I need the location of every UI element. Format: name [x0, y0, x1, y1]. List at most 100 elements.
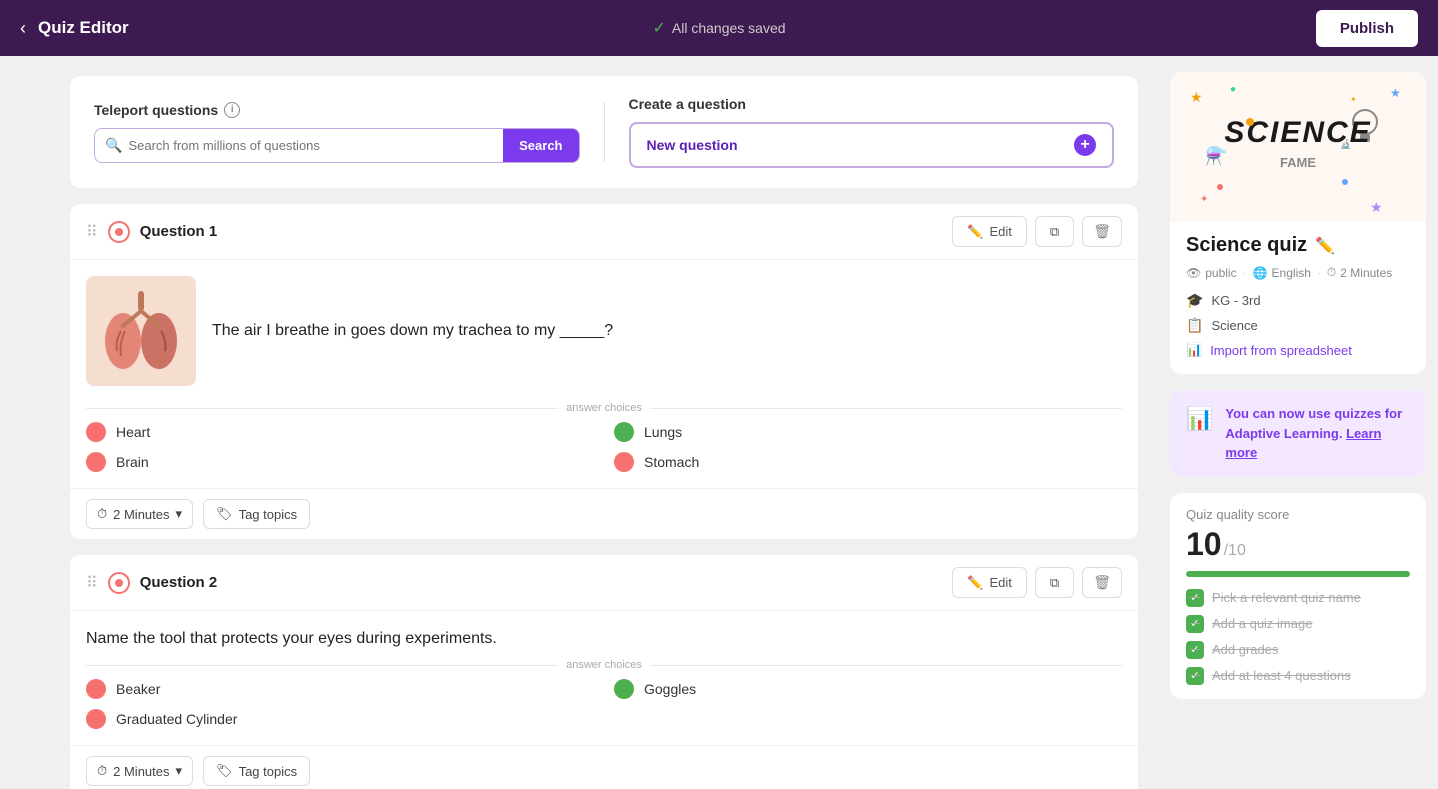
- time-select-q2[interactable]: ⏱ 2 Minutes ▾: [86, 756, 193, 786]
- choice-lungs: Lungs: [614, 422, 1122, 442]
- type-dot: [115, 228, 123, 236]
- quiz-details: 🎓 KG - 3rd 📋 Science 📊 Import from sprea…: [1186, 292, 1410, 358]
- tag-icon: 🏷: [216, 506, 233, 522]
- type-dot: [115, 579, 123, 587]
- choice-dot-red: [614, 452, 634, 472]
- meta-language: 🌐 English: [1253, 266, 1311, 280]
- choice-label: Goggles: [644, 681, 696, 697]
- copy-icon: ⧉: [1050, 575, 1059, 591]
- svg-text:★: ★: [1390, 86, 1401, 100]
- copy-icon: ⧉: [1050, 224, 1059, 240]
- quality-item-4: ✓ Add at least 4 questions: [1186, 667, 1410, 685]
- delete-button-q2[interactable]: 🗑: [1082, 567, 1122, 598]
- quality-item-label: Add a quiz image: [1212, 616, 1312, 631]
- quiz-name: Science quiz: [1186, 234, 1307, 257]
- edit-button-q2[interactable]: ✏️ Edit: [952, 567, 1027, 598]
- answer-choices-label-2: answer choices: [86, 659, 1122, 671]
- svg-text:★: ★: [1370, 199, 1383, 215]
- quality-item-label: Add grades: [1212, 642, 1279, 657]
- quality-score-row: 10 /10: [1186, 526, 1410, 563]
- quality-item-2: ✓ Add a quiz image: [1186, 615, 1410, 633]
- grade-text: KG - 3rd: [1211, 293, 1260, 308]
- question-type-icon: [108, 221, 130, 243]
- question-2-footer: ⏱ 2 Minutes ▾ 🏷 Tag topics: [70, 745, 1138, 789]
- tag-topics-button-q1[interactable]: 🏷 Tag topics: [203, 499, 310, 529]
- search-row: 🔍 Search: [94, 128, 580, 163]
- choice-beaker: Beaker: [86, 679, 594, 699]
- create-label: Create a question: [629, 96, 1115, 112]
- save-status: ✓ All changes saved: [652, 18, 785, 38]
- quality-denom: /10: [1224, 542, 1246, 560]
- quality-items: ✓ Pick a relevant quiz name ✓ Add a quiz…: [1186, 589, 1410, 685]
- question-type-icon: [108, 572, 130, 594]
- check-icon-3: ✓: [1186, 641, 1204, 659]
- choice-goggles: Goggles: [614, 679, 1122, 699]
- choice-label: Beaker: [116, 681, 160, 697]
- question-1-footer: ⏱ 2 Minutes ▾ 🏷 Tag topics: [70, 488, 1138, 539]
- question-card-1: ⠿ Question 1 ✏️ Edit ⧉ 🗑: [70, 204, 1138, 539]
- clock-icon: ⏱: [97, 506, 107, 522]
- back-button[interactable]: ‹: [20, 18, 26, 39]
- duplicate-button-q2[interactable]: ⧉: [1035, 567, 1074, 598]
- quality-item-3: ✓ Add grades: [1186, 641, 1410, 659]
- duplicate-button-q1[interactable]: ⧉: [1035, 216, 1074, 247]
- choice-dot-red: [86, 452, 106, 472]
- publish-button[interactable]: Publish: [1316, 10, 1418, 47]
- svg-text:★: ★: [1190, 89, 1203, 105]
- choice-dot-green: [614, 422, 634, 442]
- teleport-label: Teleport questions i: [94, 102, 580, 118]
- tag-topics-button-q2[interactable]: 🏷 Tag topics: [203, 756, 310, 786]
- pencil-icon: ✏️: [967, 224, 983, 240]
- question-1-title: Question 1: [140, 223, 953, 240]
- right-sidebar: ★ ★ ✦ ★ ● ✦ 🔬 ⚗️ SCIENCE FAME: [1158, 56, 1438, 789]
- quiz-image-area: ★ ★ ✦ ★ ● ✦ 🔬 ⚗️ SCIENCE FAME: [1170, 72, 1426, 222]
- spreadsheet-icon: 📊: [1186, 342, 1202, 358]
- search-input-wrap: 🔍: [95, 137, 503, 154]
- svg-text:✦: ✦: [1200, 194, 1208, 205]
- choice-label: Brain: [116, 454, 149, 470]
- choice-label: Stomach: [644, 454, 699, 470]
- chevron-down-icon: ▾: [176, 506, 183, 522]
- page-title: Quiz Editor: [38, 18, 129, 38]
- drag-handle-icon[interactable]: ⠿: [86, 222, 98, 242]
- trash-icon: 🗑: [1093, 574, 1111, 590]
- choice-stomach: Stomach: [614, 452, 1122, 472]
- choice-dot-green: [614, 679, 634, 699]
- quality-item-1: ✓ Pick a relevant quiz name: [1186, 589, 1410, 607]
- tag-icon: 🏷: [216, 763, 233, 779]
- quality-bar: [1186, 571, 1410, 577]
- svg-text:FAME: FAME: [1280, 155, 1316, 170]
- edit-button-q1[interactable]: ✏️ Edit: [952, 216, 1027, 247]
- search-button[interactable]: Search: [503, 129, 578, 162]
- info-icon[interactable]: i: [224, 102, 240, 118]
- spreadsheet-row[interactable]: 📊 Import from spreadsheet: [1186, 342, 1410, 358]
- quiz-name-row: Science quiz ✏️: [1186, 234, 1410, 257]
- divider: [604, 102, 605, 162]
- search-input[interactable]: [128, 138, 493, 153]
- choice-label: Lungs: [644, 424, 682, 440]
- edit-quiz-name-icon[interactable]: ✏️: [1315, 236, 1335, 256]
- quality-score-value: 10: [1186, 526, 1222, 563]
- chart-icon: 📊: [1186, 406, 1213, 432]
- question-1-actions: ✏️ Edit ⧉ 🗑: [952, 216, 1122, 247]
- main-layout: Teleport questions i 🔍 Search Create a q…: [0, 56, 1438, 789]
- choice-graduated-cylinder: Graduated Cylinder: [86, 709, 594, 729]
- check-icon-2: ✓: [1186, 615, 1204, 633]
- teleport-section: Teleport questions i 🔍 Search: [94, 102, 580, 163]
- saved-check-icon: ✓: [652, 18, 665, 38]
- question-2-actions: ✏️ Edit ⧉ 🗑: [952, 567, 1122, 598]
- clock-icon: ⏱: [97, 763, 107, 779]
- delete-button-q1[interactable]: 🗑: [1082, 216, 1122, 247]
- subject-row: 📋 Science: [1186, 317, 1410, 334]
- clock-meta-icon: ⏱: [1327, 265, 1336, 280]
- quiz-meta: 👁 public · 🌐 English · ⏱ 2 Minutes: [1186, 265, 1410, 280]
- drag-handle-icon[interactable]: ⠿: [86, 573, 98, 593]
- time-select-q1[interactable]: ⏱ 2 Minutes ▾: [86, 499, 193, 529]
- question-1-text: The air I breathe in goes down my trache…: [212, 276, 1122, 386]
- svg-text:✦: ✦: [1350, 95, 1357, 104]
- new-question-button[interactable]: New question +: [629, 122, 1115, 168]
- eye-icon: 👁: [1186, 266, 1201, 280]
- choice-dot-red: [86, 422, 106, 442]
- trash-icon: 🗑: [1093, 223, 1111, 239]
- top-panel: Teleport questions i 🔍 Search Create a q…: [70, 76, 1138, 188]
